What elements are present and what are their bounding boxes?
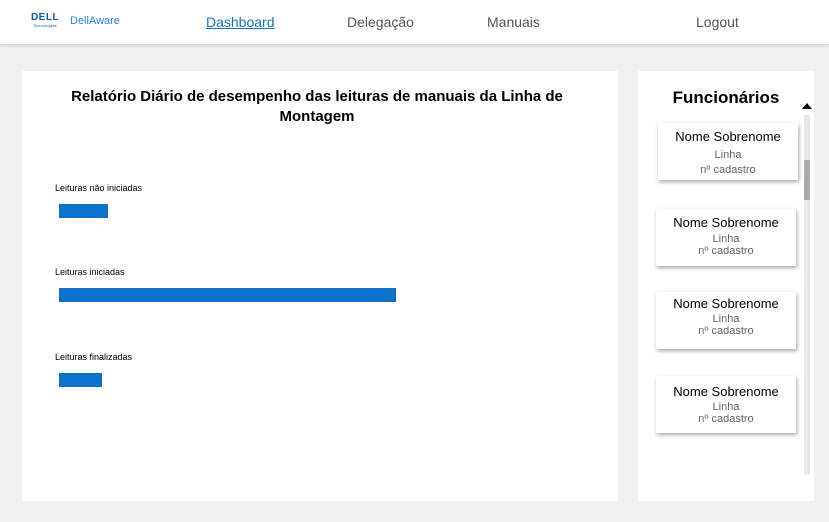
- employee-card[interactable]: Nome Sobrenome Linha nº cadastro: [656, 376, 796, 433]
- employee-name: Nome Sobrenome: [673, 215, 779, 230]
- employee-name: Nome Sobrenome: [673, 296, 779, 311]
- scrollbar-thumb[interactable]: [804, 160, 810, 200]
- nav-dashboard[interactable]: Dashboard: [206, 14, 275, 30]
- bar-label-iniciadas: Leituras iniciadas: [55, 267, 125, 277]
- bar-label-finalizadas: Leituras finalizadas: [55, 352, 133, 362]
- employee-registration: nº cadastro: [700, 164, 756, 176]
- employee-line: Linha: [712, 401, 740, 413]
- bar-label-nao-iniciadas: Leituras não iniciadas: [55, 183, 143, 193]
- report-panel: Relatório Diário de desempenho das leitu…: [22, 71, 618, 501]
- logout-link[interactable]: Logout: [696, 14, 739, 30]
- dell-logo[interactable]: DELL Technologies: [30, 13, 60, 29]
- employee-registration: nº cadastro: [698, 325, 754, 337]
- scrollbar[interactable]: [804, 115, 810, 475]
- report-title: Relatório Diário de desempenho das leitu…: [71, 88, 563, 125]
- logo-text: DELL: [30, 12, 60, 23]
- brand-name: DellAware: [70, 15, 120, 27]
- employee-registration: nº cadastro: [698, 413, 754, 425]
- employee-card[interactable]: Nome Sobrenome Linha nº cadastro: [656, 209, 796, 266]
- scroll-up-arrow-icon[interactable]: [802, 103, 812, 109]
- employee-registration: nº cadastro: [698, 245, 754, 257]
- employee-card[interactable]: Nome Sobrenome Linha nº cadastro: [658, 123, 798, 180]
- employee-line: Linha: [714, 149, 742, 161]
- nav-delegacao[interactable]: Delegação: [347, 14, 414, 30]
- nav-manuais[interactable]: Manuais: [487, 14, 540, 30]
- logo-subtext: Technologies: [33, 23, 57, 28]
- employees-panel: Funcionários Nome Sobrenome Linha nº cad…: [638, 71, 814, 501]
- employees-title: Funcionários: [672, 88, 780, 107]
- top-navbar: DELL Technologies DellAware Dashboard De…: [0, 0, 829, 44]
- employee-card[interactable]: Nome Sobrenome Linha nº cadastro: [656, 292, 796, 349]
- employee-line: Linha: [712, 313, 740, 325]
- bar-nao-iniciadas: [59, 204, 108, 218]
- employee-name: Nome Sobrenome: [673, 384, 779, 399]
- bar-finalizadas: [59, 373, 102, 387]
- bar-iniciadas: [59, 288, 396, 302]
- employee-name: Nome Sobrenome: [675, 129, 781, 144]
- employee-line: Linha: [712, 233, 740, 245]
